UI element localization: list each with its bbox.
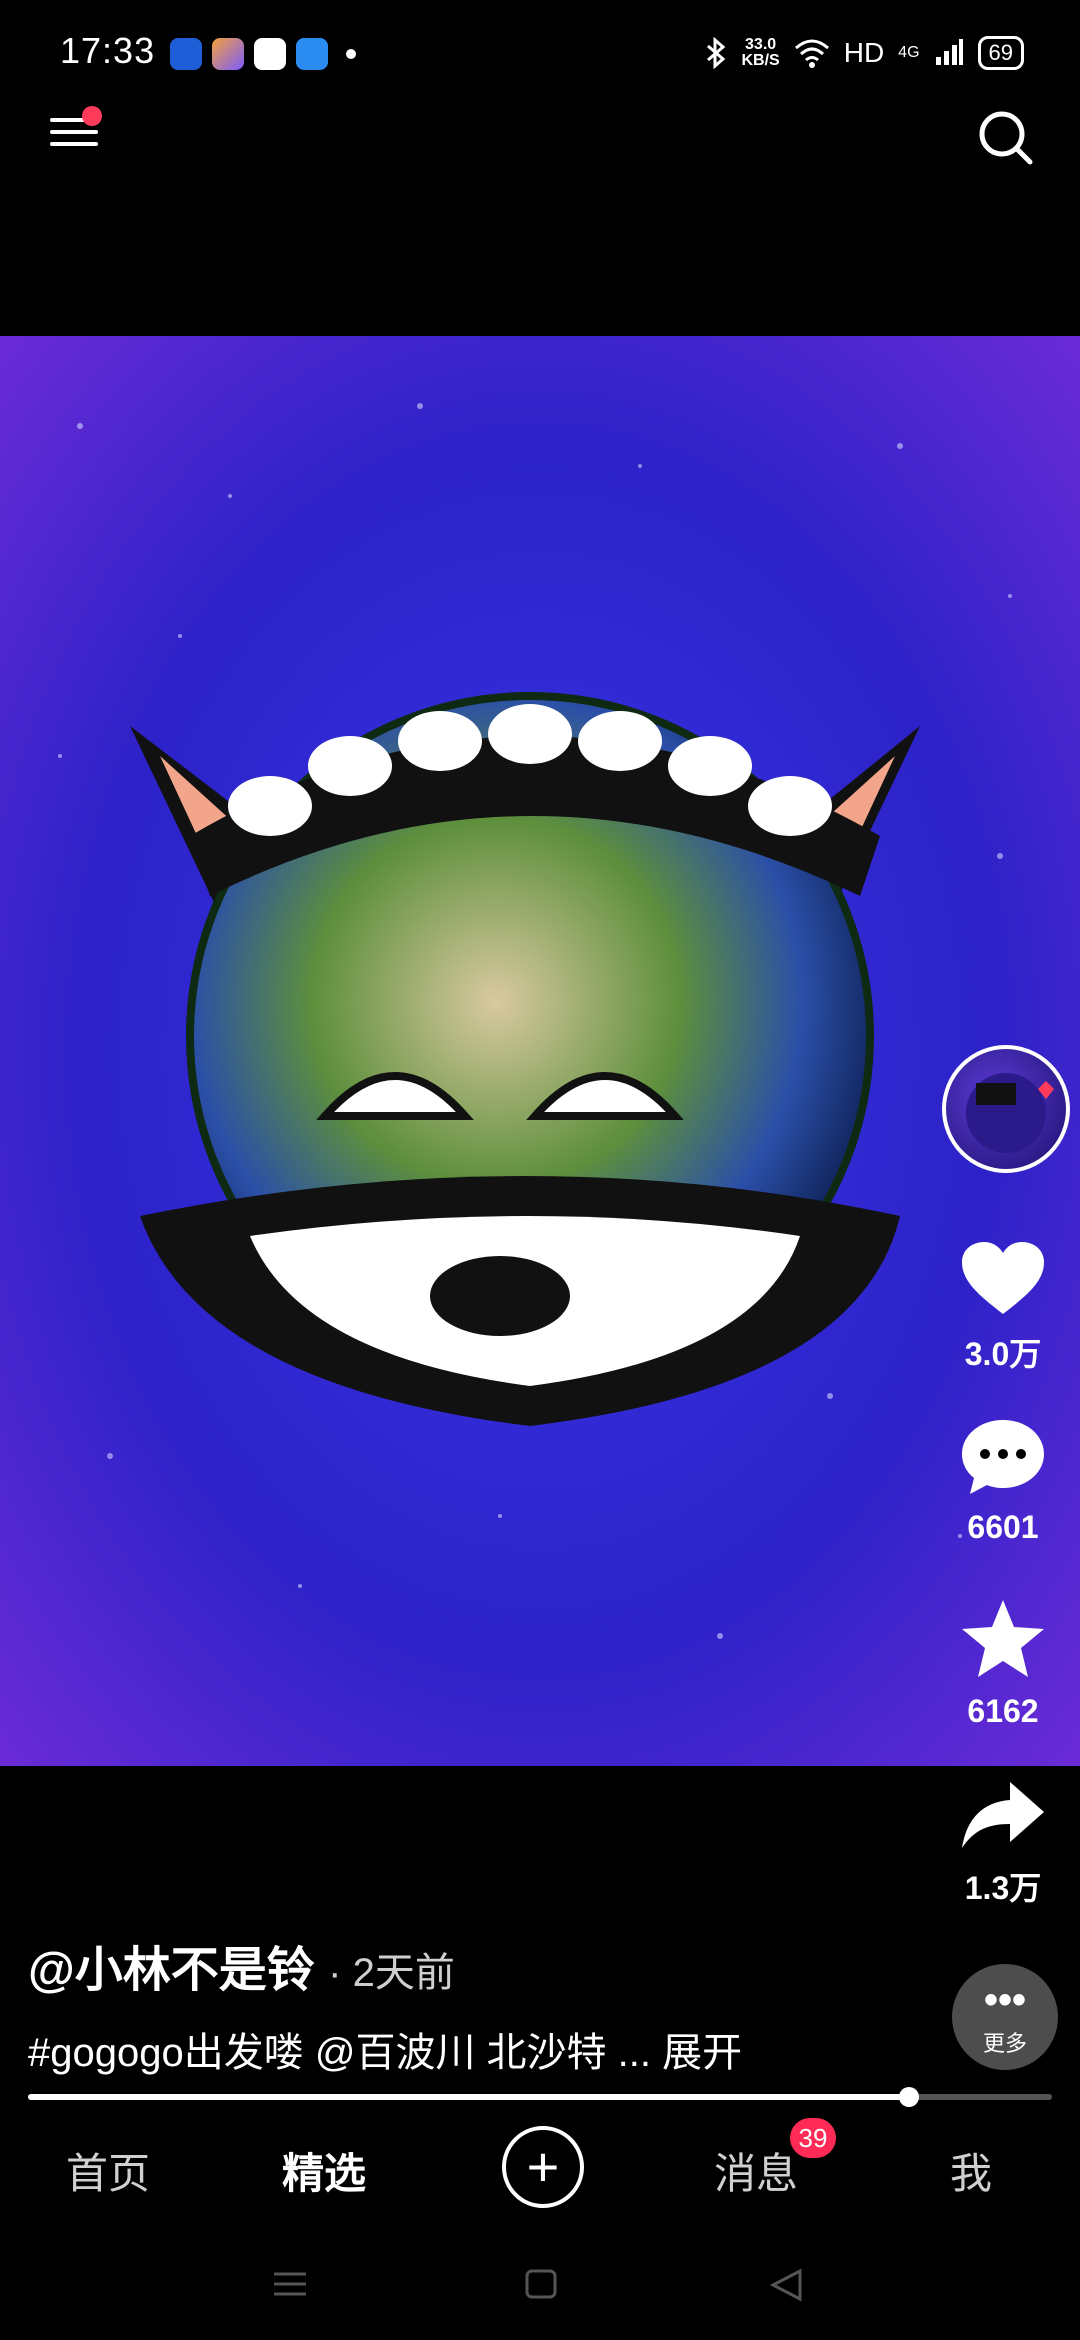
net-speed: 33.0 KB/S	[741, 37, 779, 69]
net-speed-value: 33.0	[745, 36, 777, 53]
notification-icons	[170, 38, 356, 70]
video-progress-bar[interactable]	[28, 2087, 1052, 2107]
create-button[interactable]: +	[502, 2126, 584, 2208]
author-line: @小林不是铃 · 2天前	[28, 1930, 455, 2000]
back-triangle-icon[interactable]	[768, 2268, 804, 2302]
battery-indicator: 69	[977, 36, 1024, 70]
signal-4g-label: 4G	[898, 44, 920, 61]
tab-me[interactable]: 我	[950, 2140, 992, 2201]
author-avatar[interactable]	[942, 1045, 1070, 1173]
post-age: · 2天前	[328, 1951, 455, 1995]
progress-knob[interactable]	[898, 2087, 919, 2107]
comment-icon	[962, 1420, 1044, 1494]
star-icon	[962, 1600, 1044, 1677]
home-square-icon[interactable]	[524, 2268, 558, 2300]
video-frame-image	[0, 336, 1080, 1766]
more-dots-icon: •••	[983, 1978, 1026, 2022]
status-right: 33.0 KB/S HD 4G 69	[705, 36, 1024, 70]
tab-featured[interactable]: 精选	[282, 2140, 366, 2201]
app-icon-2	[212, 38, 244, 70]
app-icon-1	[170, 38, 202, 70]
hd-indicator: HD	[843, 37, 885, 68]
bluetooth-icon	[707, 37, 726, 69]
recents-menu-icon[interactable]	[272, 2268, 308, 2300]
comment-count: 6601	[967, 1509, 1039, 1545]
like-action[interactable]: 3.0万	[950, 1240, 1056, 1375]
search-icon[interactable]	[976, 108, 1036, 168]
menu-notification-dot	[82, 106, 102, 126]
video-player[interactable]	[0, 336, 1080, 1766]
tab-home[interactable]: 首页	[66, 2140, 150, 2201]
tab-messages[interactable]: 消息	[714, 2140, 798, 2201]
messages-badge: 39	[790, 2118, 836, 2158]
status-time: 17:33	[60, 30, 156, 71]
signal-icon	[935, 39, 963, 65]
wifi-icon	[794, 39, 829, 68]
favorite-action[interactable]: 6162	[950, 1598, 1056, 1730]
more-label: 更多	[982, 2031, 1027, 2056]
like-count: 3.0万	[964, 1336, 1042, 1372]
app-icon-3	[254, 38, 286, 70]
comment-action[interactable]: 6601	[950, 1418, 1056, 1546]
favorite-count: 6162	[967, 1693, 1039, 1729]
net-speed-unit: KB/S	[741, 52, 780, 69]
post-description[interactable]: #gogogo出发喽 @百波川 北沙特 ... 展开	[28, 2020, 742, 2078]
status-bar: 17:33 33.0 KB/S HD 4G 69	[0, 0, 1080, 110]
author-name[interactable]: @小林不是铃	[28, 1944, 315, 1997]
share-action[interactable]: 1.3万	[950, 1780, 1056, 1909]
more-button[interactable]: ••• 更多	[952, 1964, 1058, 2070]
heart-icon	[962, 1242, 1044, 1314]
share-count: 1.3万	[964, 1870, 1042, 1906]
more-notifications-dot	[346, 49, 356, 59]
avatar-image	[966, 1073, 1054, 1153]
app-icon-4	[296, 38, 328, 70]
share-arrow-icon	[962, 1782, 1044, 1848]
progress-fill	[28, 2094, 909, 2100]
